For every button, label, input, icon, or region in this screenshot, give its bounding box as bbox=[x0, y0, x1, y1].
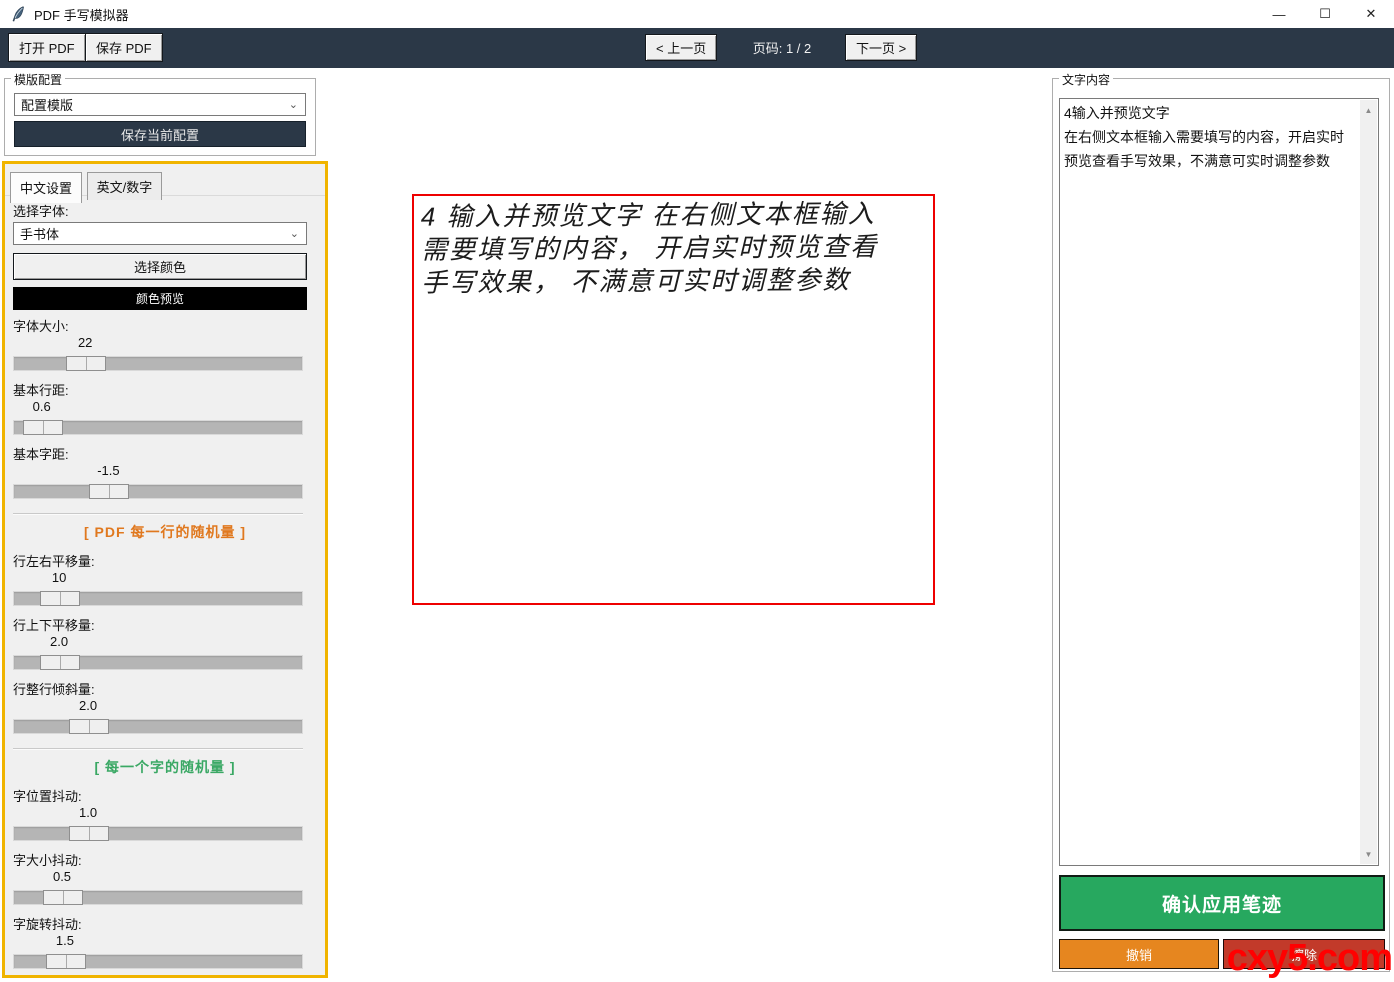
text-content-group: 文字内容 4输入并预览文字 在右侧文本框输入需要填写的内容，开启实时预览查看手写… bbox=[1052, 71, 1390, 972]
line-horizontal-shift-value: 10 bbox=[51, 570, 67, 585]
template-combobox[interactable]: 配置模版 ⌄ bbox=[14, 93, 306, 116]
maximize-button[interactable]: ☐ bbox=[1302, 0, 1348, 28]
template-config-group: 模版配置 配置模版 ⌄ 保存当前配置 bbox=[4, 71, 316, 156]
apply-handwriting-button[interactable]: 确认应用笔迹 bbox=[1059, 875, 1385, 931]
line-spacing-slider[interactable]: 0.6 bbox=[13, 398, 303, 435]
watermark: cxy5.com bbox=[1226, 937, 1393, 979]
handwriting-preview-text: 4 输入并预览文字 在右侧文本框输入 需要填写的内容， 开启实时预览查看 手写效果，… bbox=[420, 198, 879, 298]
settings-tabs: 中文设置 英文/数字 bbox=[5, 164, 325, 203]
close-button[interactable]: ✕ bbox=[1348, 0, 1394, 28]
font-size-label: 字体大小: bbox=[13, 319, 69, 334]
pdf-preview-canvas[interactable]: 4 输入并预览文字 在右侧文本框输入 需要填写的内容， 开启实时预览查看 手写效果，… bbox=[412, 194, 935, 605]
minimize-button[interactable]: — bbox=[1256, 0, 1302, 28]
template-combobox-value: 配置模版 bbox=[21, 98, 74, 113]
slider-handle[interactable] bbox=[42, 890, 83, 905]
line-spacing-label: 基本行距: bbox=[13, 383, 69, 398]
line-spacing-value: 0.6 bbox=[32, 399, 51, 414]
line-horizontal-shift-slider[interactable]: 10 bbox=[13, 569, 303, 606]
text-content-label: 文字内容 bbox=[1059, 71, 1114, 88]
slider-track[interactable] bbox=[13, 591, 303, 606]
line-vertical-shift-slider[interactable]: 2.0 bbox=[13, 633, 303, 670]
chevron-down-icon: ⌄ bbox=[288, 99, 298, 111]
scroll-up-icon[interactable]: ▲ bbox=[1360, 102, 1377, 118]
slider-handle[interactable] bbox=[88, 484, 129, 499]
color-preview-swatch: 颜色预览 bbox=[13, 287, 307, 310]
char-position-jitter-value: 1.0 bbox=[79, 805, 98, 820]
line-vertical-shift-value: 2.0 bbox=[50, 634, 69, 649]
slider-handle[interactable] bbox=[45, 954, 86, 969]
slider-handle[interactable] bbox=[22, 420, 63, 435]
separator bbox=[13, 748, 303, 749]
window-title: PDF 手写模拟器 bbox=[34, 7, 129, 23]
slider-handle[interactable] bbox=[39, 655, 80, 670]
title-bar: PDF 手写模拟器 — ☐ ✕ bbox=[0, 0, 1394, 28]
char-size-jitter-value: 0.5 bbox=[52, 869, 72, 884]
slider-handle[interactable] bbox=[39, 591, 80, 606]
slider-track[interactable] bbox=[13, 954, 303, 969]
chevron-down-icon: ⌄ bbox=[289, 228, 299, 240]
save-config-button[interactable]: 保存当前配置 bbox=[14, 121, 306, 147]
slider-handle[interactable] bbox=[68, 719, 109, 734]
line-tilt-value: 2.0 bbox=[79, 698, 98, 713]
font-size-value: 22 bbox=[77, 335, 93, 350]
settings-panel: 中文设置 英文/数字 选择字体: 手书体 ⌄ 选择颜色 颜色预览 字体大小: 2… bbox=[2, 161, 328, 978]
line-tilt-slider[interactable]: 2.0 bbox=[13, 697, 303, 734]
toolbar: 打开 PDF 保存 PDF < 上一页 页码: 1 / 2 下一页 > bbox=[0, 28, 1394, 68]
slider-handle[interactable] bbox=[65, 356, 106, 371]
slider-track[interactable] bbox=[13, 484, 303, 499]
char-size-jitter-slider[interactable]: 0.5 bbox=[13, 868, 303, 905]
font-select-label: 选择字体: bbox=[13, 204, 69, 219]
text-content-textarea[interactable]: 4输入并预览文字 在右侧文本框输入需要填写的内容，开启实时预览查看手写效果，不满… bbox=[1059, 98, 1379, 866]
char-rotation-jitter-value: 1.5 bbox=[55, 933, 74, 948]
choose-color-button[interactable]: 选择颜色 bbox=[13, 253, 307, 280]
char-position-jitter-label: 字位置抖动: bbox=[13, 789, 82, 804]
prev-page-button[interactable]: < 上一页 bbox=[645, 34, 718, 61]
slider-handle[interactable] bbox=[68, 826, 109, 841]
next-page-button[interactable]: 下一页 > bbox=[845, 34, 918, 61]
char-spacing-value: -1.5 bbox=[97, 463, 120, 478]
char-spacing-label: 基本字距: bbox=[13, 447, 69, 462]
textarea-scrollbar[interactable]: ▲ ▼ bbox=[1360, 100, 1377, 864]
section-per-char-random: [ 每一个字的随机量 ] bbox=[94, 759, 236, 775]
chinese-settings-pane: 选择字体: 手书体 ⌄ 选择颜色 颜色预览 字体大小: 22 基本行距: 0.6… bbox=[5, 196, 325, 969]
app-feather-icon bbox=[12, 6, 24, 22]
scroll-down-icon[interactable]: ▼ bbox=[1360, 846, 1377, 862]
char-rotation-jitter-slider[interactable]: 1.5 bbox=[13, 932, 303, 969]
slider-track[interactable] bbox=[13, 826, 303, 841]
slider-track[interactable] bbox=[13, 890, 303, 905]
textarea-value: 4输入并预览文字 在右侧文本框输入需要填写的内容，开启实时预览查看手写效果，不满… bbox=[1064, 105, 1344, 169]
tab-chinese-settings[interactable]: 中文设置 bbox=[10, 172, 83, 203]
slider-track[interactable] bbox=[13, 719, 303, 734]
save-pdf-button[interactable]: 保存 PDF bbox=[85, 33, 163, 62]
template-config-label: 模版配置 bbox=[11, 71, 66, 88]
open-pdf-button[interactable]: 打开 PDF bbox=[8, 33, 86, 62]
slider-track[interactable] bbox=[13, 420, 303, 435]
line-horizontal-shift-label: 行左右平移量: bbox=[13, 554, 95, 569]
font-combobox[interactable]: 手书体 ⌄ bbox=[13, 222, 307, 245]
char-position-jitter-slider[interactable]: 1.0 bbox=[13, 804, 303, 841]
page-indicator: 页码: 1 / 2 bbox=[752, 41, 812, 56]
separator bbox=[13, 513, 303, 514]
tab-english-numbers[interactable]: 英文/数字 bbox=[86, 172, 163, 200]
font-combobox-value: 手书体 bbox=[20, 227, 60, 242]
char-rotation-jitter-label: 字旋转抖动: bbox=[13, 917, 82, 932]
line-tilt-label: 行整行倾斜量: bbox=[13, 682, 95, 697]
font-size-slider[interactable]: 22 bbox=[13, 334, 303, 371]
char-size-jitter-label: 字大小抖动: bbox=[13, 853, 82, 868]
line-vertical-shift-label: 行上下平移量: bbox=[13, 618, 95, 633]
section-pdf-line-random: [ PDF 每一行的随机量 ] bbox=[84, 524, 246, 540]
slider-track[interactable] bbox=[13, 356, 303, 371]
char-spacing-slider[interactable]: -1.5 bbox=[13, 462, 303, 499]
slider-track[interactable] bbox=[13, 655, 303, 670]
undo-button[interactable]: 撤销 bbox=[1059, 939, 1219, 969]
